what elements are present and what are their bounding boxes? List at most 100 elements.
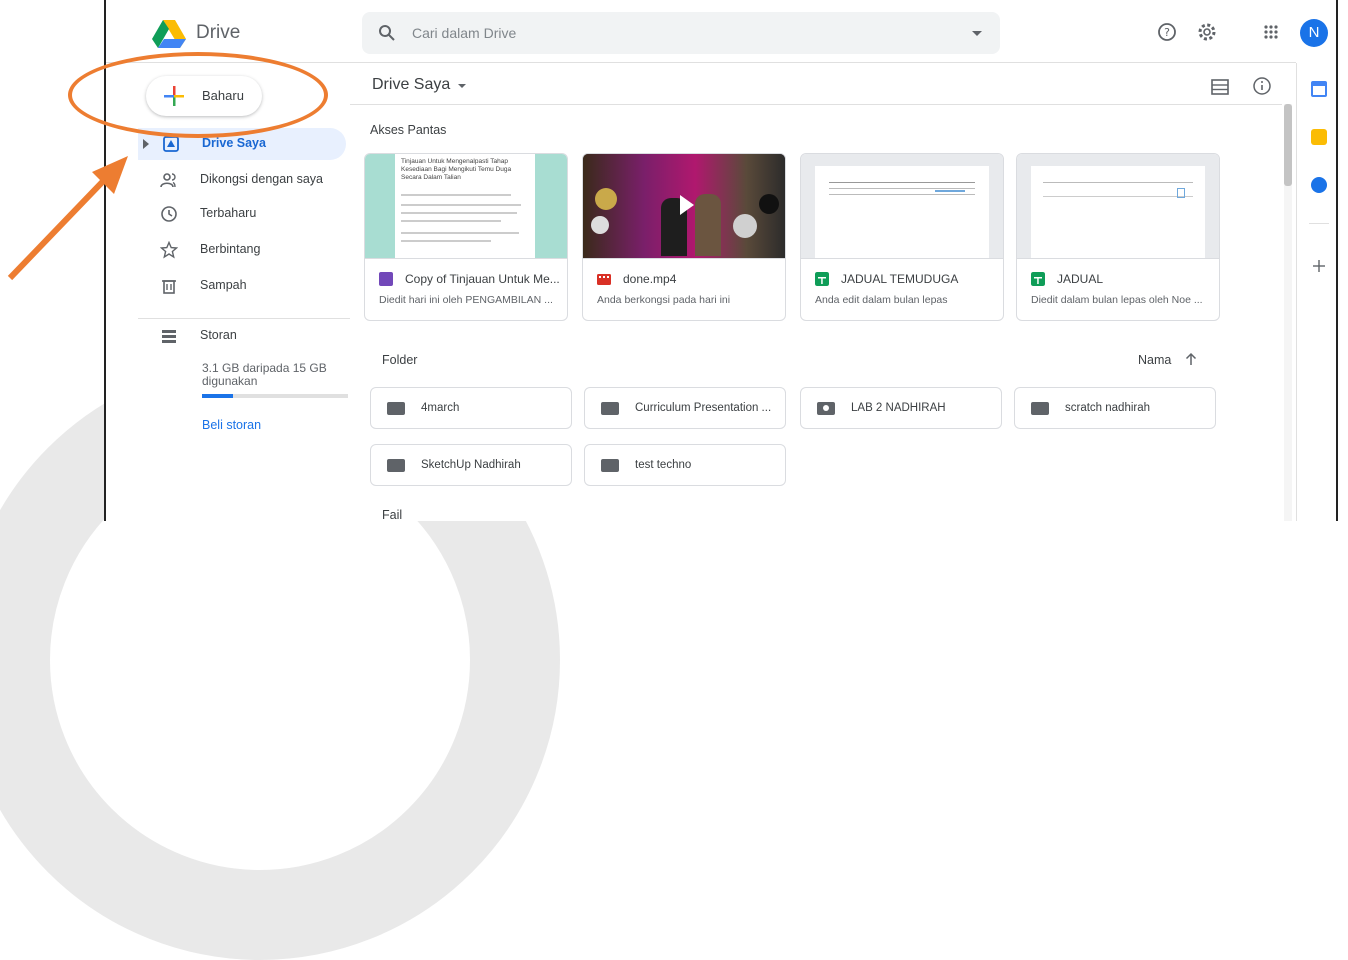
tasks-icon[interactable] — [1311, 177, 1327, 193]
panel-divider — [1309, 223, 1329, 224]
app-title: Drive — [196, 22, 241, 43]
sidebar-item-label: Drive Saya — [202, 136, 266, 150]
avatar[interactable]: N — [1300, 19, 1328, 47]
search-bar[interactable]: Cari dalam Drive — [362, 12, 1000, 54]
form-icon — [379, 272, 393, 286]
preview-title: Tinjauan Untuk Mengenalpasti Tahap Kesed… — [401, 158, 512, 181]
card-thumbnail — [801, 154, 1003, 259]
my-drive-icon — [163, 136, 179, 152]
sidebar-item-starred[interactable]: Berbintang — [136, 234, 348, 266]
keep-icon[interactable] — [1311, 129, 1327, 145]
help-icon[interactable]: ? — [1156, 21, 1178, 43]
card-thumbnail — [1017, 154, 1219, 259]
add-addon-icon[interactable] — [1312, 259, 1326, 273]
folder-icon — [601, 459, 619, 472]
sidebar-item-label: Berbintang — [200, 242, 261, 256]
folder-name: test techno — [635, 459, 692, 471]
folder-icon — [1031, 402, 1049, 415]
folder-item[interactable]: 4march — [370, 387, 572, 429]
card-title: JADUAL TEMUDUGA — [841, 272, 959, 286]
sidebar-item-label: Storan — [200, 328, 237, 342]
quick-access-card[interactable]: done.mp4 Anda berkongsi pada hari ini — [582, 153, 786, 321]
card-thumbnail — [583, 154, 785, 259]
chevron-down-icon[interactable] — [458, 84, 466, 88]
balloon — [759, 194, 779, 214]
clock-icon — [161, 206, 177, 222]
sidebar-item-shared[interactable]: Dikongsi dengan saya — [136, 164, 348, 196]
settings-icon[interactable] — [1196, 21, 1218, 43]
calendar-page — [1313, 86, 1325, 95]
quick-access-card[interactable]: JADUAL Diedit dalam bulan lepas oleh Noe… — [1016, 153, 1220, 321]
apps-grid-icon[interactable] — [1260, 21, 1282, 43]
sidebar-item-label: Terbaharu — [200, 206, 257, 220]
sheets-icon — [815, 272, 829, 286]
preview-line — [401, 220, 501, 222]
expand-arrow-icon[interactable] — [142, 139, 150, 149]
quick-access-heading: Akses Pantas — [370, 123, 447, 137]
highlight-ellipse — [68, 52, 328, 138]
balloon — [595, 188, 617, 210]
preview-line — [829, 188, 975, 189]
search-icon — [379, 25, 395, 41]
scrollbar-thumb[interactable] — [1284, 104, 1292, 186]
sidebar-item-storage[interactable]: Storan — [136, 320, 348, 352]
preview-cell — [1177, 188, 1185, 198]
sheet-preview — [1031, 166, 1205, 258]
sort-label[interactable]: Nama — [1138, 353, 1171, 367]
folder-name: LAB 2 NADHIRAH — [851, 402, 946, 414]
search-input[interactable]: Cari dalam Drive — [412, 25, 516, 41]
card-title: Copy of Tinjauan Untuk Me... — [405, 272, 560, 286]
sidebar-item-trash[interactable]: Sampah — [136, 270, 348, 302]
preview-line — [401, 232, 519, 234]
card-title: done.mp4 — [623, 272, 677, 286]
play-icon[interactable] — [680, 195, 694, 215]
sheet-preview — [815, 166, 989, 258]
preview-line — [829, 182, 975, 183]
folder-icon — [387, 402, 405, 415]
storage-bar — [202, 394, 348, 398]
person — [695, 194, 721, 256]
preview-line — [1043, 182, 1193, 183]
preview-line — [401, 194, 511, 196]
document-preview: Tinjauan Untuk Mengenalpasti Tahap Kesed… — [395, 154, 535, 258]
card-title: JADUAL — [1057, 272, 1104, 286]
page-title[interactable]: Drive Saya — [372, 76, 450, 94]
folder-item[interactable]: SketchUp Nadhirah — [370, 444, 572, 486]
folder-item[interactable]: scratch nadhirah — [1014, 387, 1216, 429]
storage-usage-text: 3.1 GB daripada 15 GB digunakan — [202, 361, 327, 388]
card-subtitle: Diedit hari ini oleh PENGAMBILAN ... — [379, 294, 553, 306]
video-file-icon — [597, 274, 611, 285]
svg-text:?: ? — [1164, 26, 1170, 39]
main-divider — [350, 104, 1282, 105]
buy-storage-link[interactable]: Beli storan — [202, 418, 261, 432]
files-heading: Fail — [382, 508, 403, 521]
sidebar-item-recent[interactable]: Terbaharu — [136, 198, 348, 230]
balloon — [733, 214, 757, 238]
info-icon[interactable] — [1252, 76, 1272, 96]
preview-line — [829, 194, 975, 195]
card-thumbnail: Tinjauan Untuk Mengenalpasti Tahap Kesed… — [365, 154, 567, 259]
shared-icon — [160, 173, 176, 188]
card-subtitle: Anda edit dalam bulan lepas — [815, 294, 948, 306]
sheets-icon — [1031, 272, 1045, 286]
quick-access-card[interactable]: Tinjauan Untuk Mengenalpasti Tahap Kesed… — [364, 153, 568, 321]
quick-access-card[interactable]: JADUAL TEMUDUGA Anda edit dalam bulan le… — [800, 153, 1004, 321]
sidebar-divider — [138, 318, 350, 319]
calendar-icon[interactable] — [1311, 81, 1327, 97]
search-options-icon[interactable] — [972, 31, 982, 36]
folder-item[interactable]: LAB 2 NADHIRAH — [800, 387, 1002, 429]
preview-line — [401, 212, 517, 214]
preview-line — [401, 240, 491, 242]
side-panel — [1296, 63, 1336, 521]
folder-item[interactable]: Curriculum Presentation ... — [584, 387, 786, 429]
trash-icon — [162, 280, 176, 294]
folder-item[interactable]: test techno — [584, 444, 786, 486]
preview-link — [935, 190, 965, 192]
storage-icon — [162, 330, 176, 343]
folder-name: scratch nadhirah — [1065, 402, 1151, 414]
list-view-icon[interactable] — [1210, 78, 1230, 96]
folder-heading: Folder — [382, 353, 418, 367]
star-icon — [160, 241, 178, 259]
sidebar-item-label: Sampah — [200, 278, 247, 292]
sort-arrow-up-icon[interactable] — [1184, 352, 1198, 366]
